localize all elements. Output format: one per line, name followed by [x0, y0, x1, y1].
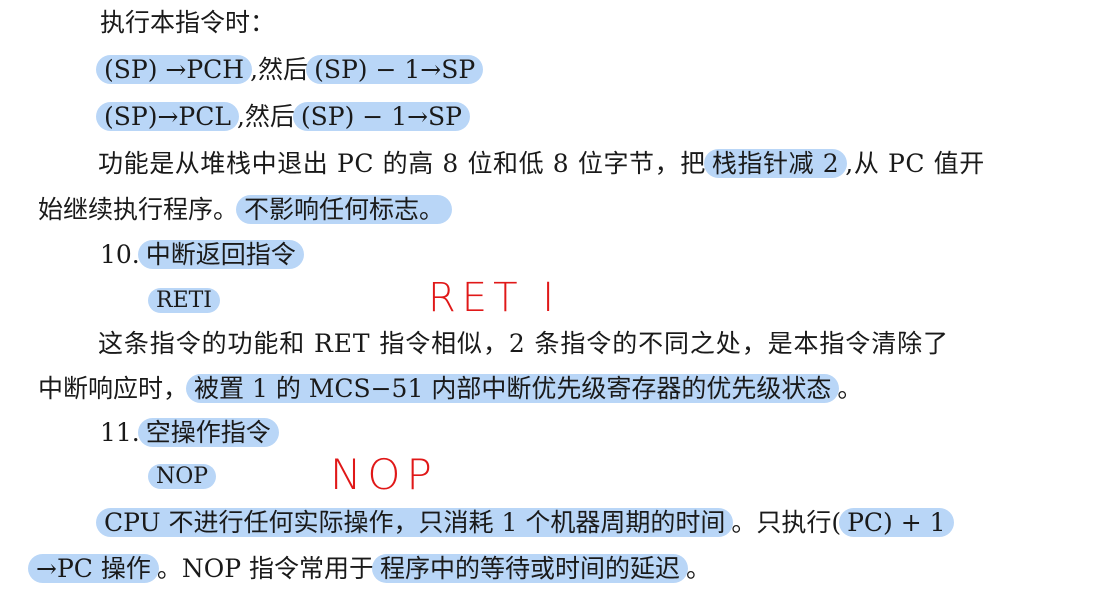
highlighted-text: 被置 1 的 MCS−51 内部中断优先级寄存器的优先级状态 — [186, 374, 840, 403]
highlighted-text: (SP) − 1→SP — [306, 55, 484, 84]
line-text: 中断响应时， — [38, 374, 189, 403]
instruction-code: NOP — [148, 458, 217, 492]
line-text: 执行本指令时： — [100, 8, 276, 37]
highlighted-text: 空操作指令 — [137, 418, 279, 447]
highlighted-text: CPU 不进行任何实际操作，只消耗 1 个机器周期的时间 — [96, 508, 734, 537]
line-text: 功能是从堆栈中退出 PC 的高 8 位和低 8 位字节，把 — [98, 149, 706, 178]
highlighted-text: RETI — [148, 288, 220, 313]
section-heading: 10. 中断返回指令 — [100, 238, 304, 272]
text-line: (SP)→PCL ,然后 (SP) − 1→SP — [96, 100, 471, 134]
text-line: →PC 操作 。NOP 指令常用于 程序中的等待或时间的延迟。 — [28, 552, 712, 586]
line-text: 。 — [837, 374, 863, 403]
text-line: 中断响应时， 被置 1 的 MCS−51 内部中断优先级寄存器的优先级状态。 — [38, 372, 862, 406]
text-line: 始继续执行程序。 不影响任何标志。 — [38, 193, 453, 227]
highlighted-text: NOP — [148, 464, 217, 489]
highlighted-text: (SP)→PCL — [96, 102, 239, 131]
text-line: CPU 不进行任何实际操作，只消耗 1 个机器周期的时间 。只执行(PC) + 1 — [96, 506, 954, 540]
text-line: 功能是从堆栈中退出 PC 的高 8 位和低 8 位字节，把 栈指针减 2 ,从 PC… — [98, 147, 985, 181]
line-text: ,然后 — [236, 102, 295, 131]
handwritten-annotation-nop: NOP — [330, 450, 438, 499]
line-text: 。只执行( — [731, 508, 842, 537]
highlighted-text: 中断返回指令 — [137, 240, 304, 269]
highlighted-text: PC) + 1 — [839, 508, 954, 537]
highlighted-text: 不影响任何标志。 — [236, 195, 453, 224]
highlighted-text: 程序中的等待或时间的延迟 — [372, 554, 689, 583]
text-line: 这条指令的功能和 RET 指令相似，2 条指令的不同之处，是本指令清除了 — [98, 327, 949, 361]
line-text: 这条指令的功能和 RET 指令相似，2 条指令的不同之处，是本指令清除了 — [98, 329, 949, 358]
line-text: 。NOP 指令常用于 — [156, 554, 374, 583]
section-number: 10. — [100, 240, 140, 269]
line-text: 始继续执行程序。 — [38, 195, 239, 224]
instruction-code: RETI — [148, 282, 220, 316]
section-number: 11. — [100, 418, 140, 447]
handwritten-annotation-reti: RET I — [428, 275, 561, 321]
line-text: 。 — [686, 554, 712, 583]
text-line: (SP) →PCH ,然后 (SP) − 1→SP — [96, 53, 484, 87]
highlighted-text: →PC 操作 — [28, 554, 159, 583]
text-line: 执行本指令时： — [100, 6, 275, 40]
line-text: ,然后 — [250, 55, 309, 84]
highlighted-text: 栈指针减 2 — [703, 149, 848, 178]
highlighted-text: (SP) →PCH — [96, 55, 253, 84]
document-page: 执行本指令时： (SP) →PCH ,然后 (SP) − 1→SP (SP)→PCL… — [0, 0, 1120, 595]
line-text: ,从 PC 值开 — [845, 149, 985, 178]
highlighted-text: (SP) − 1→SP — [292, 102, 471, 131]
section-heading: 11. 空操作指令 — [100, 416, 279, 450]
